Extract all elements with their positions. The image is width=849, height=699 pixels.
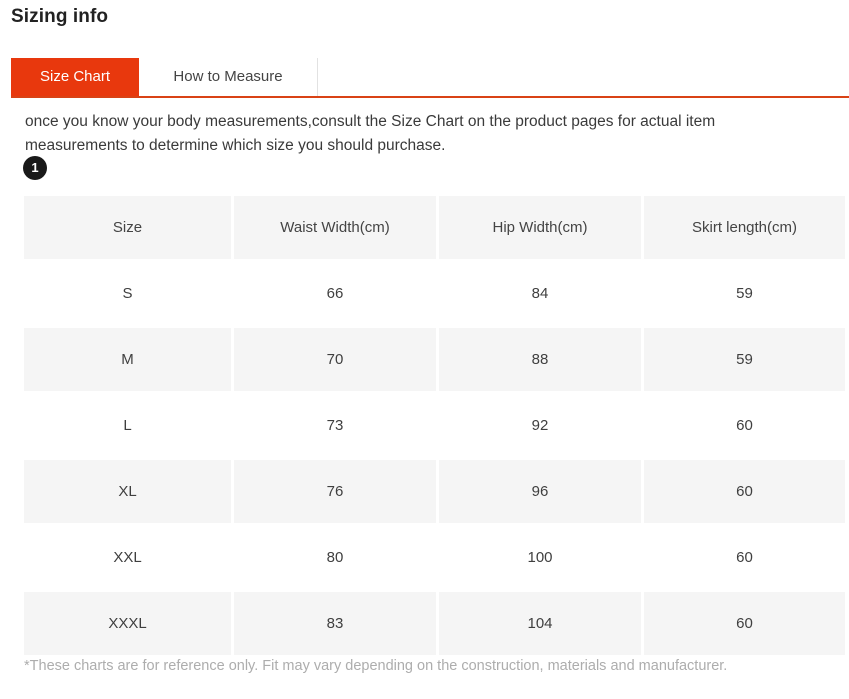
- cell-size: XL: [24, 460, 231, 523]
- column-header-waist: Waist Width(cm): [234, 196, 436, 259]
- table-row: XL 76 96 60: [24, 460, 845, 523]
- cell-hip: 96: [439, 460, 641, 523]
- table-row: XXL 80 100 60: [24, 526, 845, 589]
- cell-skirt: 60: [644, 394, 845, 457]
- cell-hip: 84: [439, 262, 641, 325]
- column-header-skirt: Skirt length(cm): [644, 196, 845, 259]
- cell-waist: 80: [234, 526, 436, 589]
- table-row: L 73 92 60: [24, 394, 845, 457]
- cell-waist: 66: [234, 262, 436, 325]
- table-row: M 70 88 59: [24, 328, 845, 391]
- page-title: Sizing info: [11, 6, 109, 27]
- cell-size: L: [24, 394, 231, 457]
- cell-waist: 70: [234, 328, 436, 391]
- tab-size-chart[interactable]: Size Chart: [11, 58, 139, 96]
- cell-hip: 100: [439, 526, 641, 589]
- table-header-row: Size Waist Width(cm) Hip Width(cm) Skirt…: [24, 196, 845, 259]
- cell-hip: 92: [439, 394, 641, 457]
- cell-skirt: 59: [644, 262, 845, 325]
- cell-size: M: [24, 328, 231, 391]
- tab-divider: [317, 58, 318, 96]
- cell-waist: 83: [234, 592, 436, 655]
- cell-hip: 104: [439, 592, 641, 655]
- cell-size: XXL: [24, 526, 231, 589]
- tab-how-to-measure[interactable]: How to Measure: [139, 58, 317, 96]
- cell-waist: 73: [234, 394, 436, 457]
- tab-bar: Size Chart How to Measure: [11, 58, 849, 98]
- cell-hip: 88: [439, 328, 641, 391]
- footnote-text: *These charts are for reference only. Fi…: [24, 658, 728, 674]
- column-header-size: Size: [24, 196, 231, 259]
- step-badge: 1: [23, 156, 47, 180]
- cell-skirt: 60: [644, 460, 845, 523]
- cell-skirt: 60: [644, 526, 845, 589]
- intro-text: once you know your body measurements,con…: [25, 113, 716, 154]
- cell-skirt: 60: [644, 592, 845, 655]
- table-row: S 66 84 59: [24, 262, 845, 325]
- cell-skirt: 59: [644, 328, 845, 391]
- column-header-hip: Hip Width(cm): [439, 196, 641, 259]
- cell-size: XXXL: [24, 592, 231, 655]
- cell-size: S: [24, 262, 231, 325]
- table-row: XXXL 83 104 60: [24, 592, 845, 655]
- cell-waist: 76: [234, 460, 436, 523]
- size-chart-table: Size Waist Width(cm) Hip Width(cm) Skirt…: [21, 193, 848, 658]
